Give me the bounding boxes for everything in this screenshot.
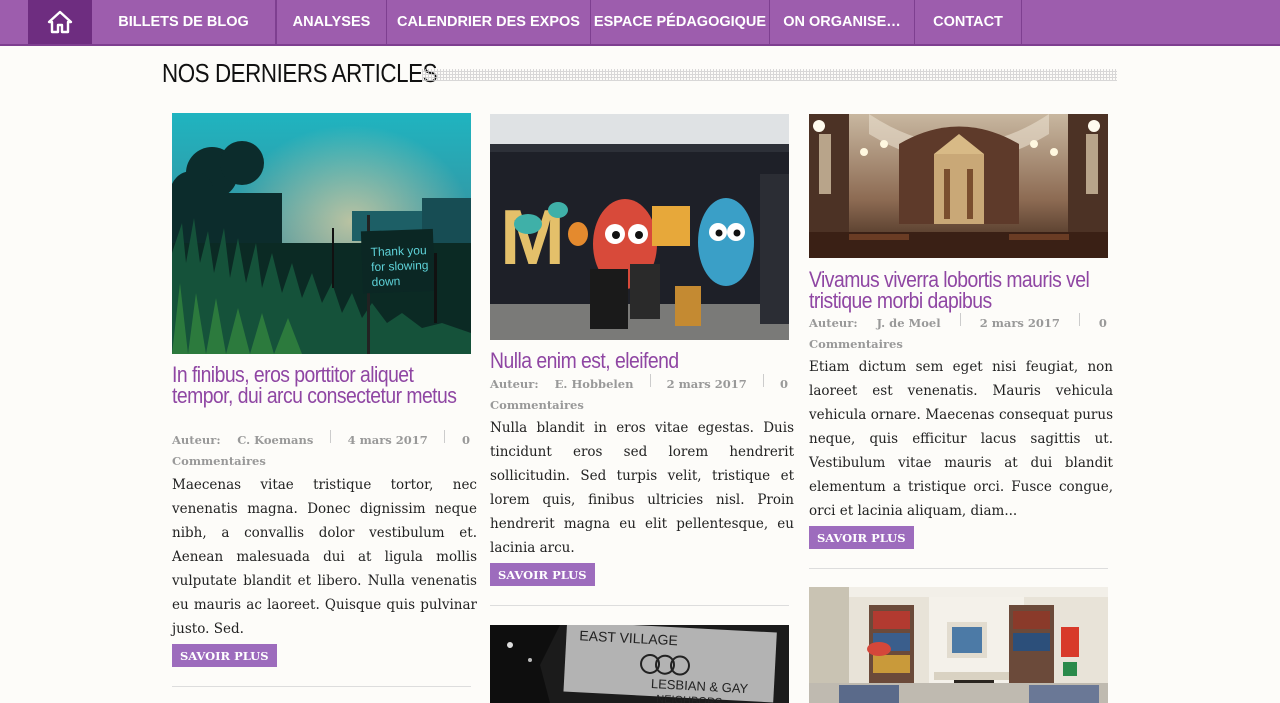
title-decoration — [422, 69, 1117, 81]
comments-label[interactable]: Commentaires — [809, 334, 1107, 355]
read-more-button[interactable]: SAVOIR PLUS — [490, 563, 595, 586]
main-nav: BILLETS DE BLOG ANALYSES CALENDRIER DES … — [0, 0, 1280, 46]
meta-separator — [444, 430, 446, 443]
nav-item-organise[interactable]: ON ORGANISE… — [770, 0, 915, 44]
meta-separator — [762, 374, 764, 387]
post-date: 2 mars 2017 — [666, 377, 747, 391]
read-more-button[interactable]: SAVOIR PLUS — [809, 526, 914, 549]
post-image — [809, 587, 1108, 703]
post-thumbnail[interactable]: Thank you for slowing down — [172, 113, 471, 354]
post-thumbnail[interactable] — [809, 587, 1108, 703]
meta-separator — [329, 430, 331, 443]
nav-item-calendrier[interactable]: CALENDRIER DES EXPOS — [387, 0, 591, 44]
post-meta: Auteur: C. Koemans 4 mars 2017 0 Comment… — [172, 430, 470, 472]
nav-item-contact[interactable]: CONTACT — [915, 0, 1022, 44]
sign-text: Thank you — [370, 243, 427, 259]
post-divider — [809, 568, 1108, 569]
post-title[interactable]: Vivamus viverra lobortis mauris vel tris… — [809, 269, 1108, 312]
post-thumbnail[interactable]: M — [490, 114, 789, 340]
author-label: Auteur: — [490, 377, 539, 391]
nav-item-analyses[interactable]: ANALYSES — [276, 0, 387, 44]
comments-label[interactable]: Commentaires — [172, 451, 470, 472]
svg-text:down: down — [371, 274, 400, 289]
post-meta: Auteur: J. de Moel 2 mars 2017 0 Comment… — [809, 313, 1107, 355]
section-title: NOS DERNIERS ARTICLES — [162, 58, 438, 88]
post-image: EAST VILLAGE LESBIAN & GAY NEIGHBORS — [490, 625, 789, 703]
author-name: C. Koemans — [237, 433, 314, 447]
post-thumbnail[interactable] — [809, 114, 1108, 258]
post-thumbnail[interactable]: EAST VILLAGE LESBIAN & GAY NEIGHBORS — [490, 625, 789, 703]
comments-count[interactable]: 0 — [780, 374, 788, 395]
post-excerpt: Maecenas vitae tristique tortor, nec ven… — [172, 477, 477, 637]
comments-count[interactable]: 0 — [462, 430, 470, 451]
nav-home-button[interactable] — [28, 0, 92, 44]
nav-item-pedagogique[interactable]: ESPACE PÉDAGOGIQUE — [591, 0, 770, 44]
post-date: 2 mars 2017 — [979, 316, 1060, 330]
post-divider — [172, 686, 471, 687]
read-more-button[interactable]: SAVOIR PLUS — [172, 644, 277, 667]
post-meta: Auteur: E. Hobbelen 2 mars 2017 0 Commen… — [490, 374, 788, 416]
post-date: 4 mars 2017 — [347, 433, 428, 447]
comments-count[interactable]: 0 — [1099, 313, 1107, 334]
author-label: Auteur: — [809, 316, 858, 330]
post-title[interactable]: In finibus, eros porttitor aliquet tempo… — [172, 364, 462, 407]
author-name: E. Hobbelen — [554, 377, 634, 391]
meta-separator — [959, 313, 961, 326]
post-excerpt: Etiam dictum sem eget nisi feugiat, non … — [809, 359, 1113, 519]
author-label: Auteur: — [172, 433, 221, 447]
meta-separator — [649, 374, 651, 387]
meta-separator — [1078, 313, 1080, 326]
post-divider — [490, 605, 789, 606]
nav-item-billets[interactable]: BILLETS DE BLOG — [92, 0, 276, 44]
post-image: M — [490, 114, 789, 340]
post-image — [809, 114, 1108, 258]
post-excerpt: Nulla blandit in eros vitae egestas. Dui… — [490, 420, 794, 556]
post-title[interactable]: Nulla enim est, eleifend — [490, 350, 780, 372]
author-name: J. de Moel — [876, 316, 941, 330]
home-icon — [47, 10, 73, 34]
post-image: Thank you for slowing down — [172, 113, 471, 354]
comments-label[interactable]: Commentaires — [490, 395, 788, 416]
svg-text:for slowing: for slowing — [371, 258, 429, 274]
